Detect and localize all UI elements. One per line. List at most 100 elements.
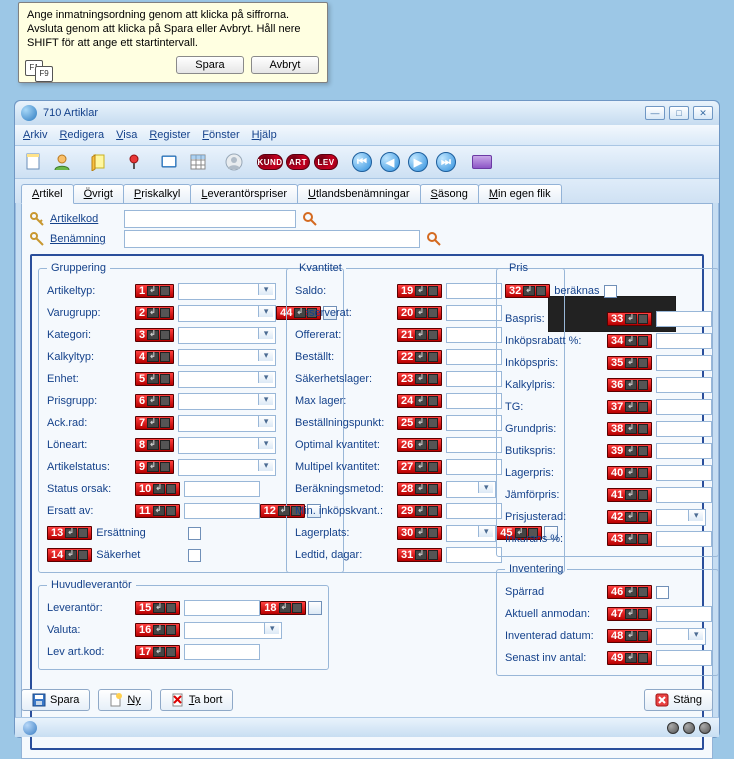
tab-utlandsbenämningar[interactable]: Utlandsbenämningar [297,184,421,204]
field-TG:[interactable] [656,399,712,415]
order-badge[interactable]: 19 [397,284,442,298]
order-badge[interactable]: 24 [397,394,442,408]
order-badge[interactable]: 8 [135,438,174,452]
order-badge[interactable]: 41 [607,488,652,502]
field-Min. inköpskvant.:[interactable] [446,503,502,519]
order-badge[interactable]: 26 [397,438,442,452]
field-Säkerhetslager:[interactable] [446,371,502,387]
order-badge[interactable]: 7 [135,416,174,430]
order-badge[interactable]: 15 [135,601,180,615]
check-Spärrad[interactable] [656,586,669,599]
toolbar-book-icon[interactable] [157,149,183,175]
field-Prisgrupp:[interactable] [178,393,276,410]
search-icon[interactable] [426,231,442,247]
field-Löneart:[interactable] [178,437,276,454]
field-Ledtid, dagar:[interactable] [446,547,502,563]
tab-leverantörspriser[interactable]: Leverantörspriser [190,184,298,204]
field-Saldo:[interactable] [446,283,502,299]
delete-button[interactable]: Ta bort [160,689,234,711]
order-badge[interactable]: 2 [135,306,174,320]
field-Lagerplats:[interactable] [446,525,496,542]
maximize-button[interactable]: □ [669,106,689,120]
field-Inkurans %:[interactable] [656,531,712,547]
order-badge[interactable]: 14 [47,548,92,562]
check-Ersättning[interactable] [188,527,201,540]
field-Status orsak:[interactable] [184,481,260,497]
menu-arkiv[interactable]: Arkiv [23,129,47,141]
order-badge[interactable]: 23 [397,372,442,386]
field-Jämförpris:[interactable] [656,487,712,503]
field-Leverantör:[interactable] [184,600,260,616]
order-badge[interactable]: 10 [135,482,180,496]
toolbar-user-icon[interactable] [49,149,75,175]
order-badge[interactable]: 46 [607,585,652,599]
momsberaknas-checkbox[interactable] [604,285,617,298]
toolbar-pin-icon[interactable] [121,149,147,175]
field-Inköpsrabatt %:[interactable] [656,333,712,349]
order-badge[interactable]: 3 [135,328,174,342]
order-badge[interactable]: 22 [397,350,442,364]
menu-redigera[interactable]: Redigera [59,129,104,141]
order-badge[interactable]: 42 [607,510,652,524]
field-Artikelstatus:[interactable] [178,459,276,476]
toolbar-pill-lev[interactable]: LEV [313,149,339,175]
field-Grundpris:[interactable] [656,421,712,437]
order-badge[interactable]: 16 [135,623,180,637]
order-badge[interactable]: 36 [607,378,652,392]
toolbar-person-icon[interactable] [221,149,247,175]
order-badge[interactable]: 25 [397,416,442,430]
search-icon[interactable] [302,211,318,227]
menu-fonster[interactable]: Fönster [202,129,239,141]
field-Multipel kvantitet:[interactable] [446,459,502,475]
toolbar-pill-art[interactable]: ART [285,149,311,175]
field-Kalkyltyp:[interactable] [178,349,276,366]
tooltip-save-button[interactable]: Spara [176,56,244,74]
field-Max lager:[interactable] [446,393,502,409]
field-Reserverat:[interactable] [446,305,502,321]
order-badge[interactable]: 35 [607,356,652,370]
menu-register[interactable]: Register [149,129,190,141]
order-badge[interactable]: 37 [607,400,652,414]
toolbar-help-icon[interactable] [469,149,495,175]
tab-min egen flik[interactable]: Min egen flik [478,184,562,204]
field-Senast inv antal:[interactable] [656,650,712,666]
tab-säsong[interactable]: Säsong [420,184,479,204]
order-badge[interactable]: 48 [607,629,652,643]
toolbar-nav-next[interactable]: ▶ [405,149,431,175]
order-badge[interactable]: 43 [607,532,652,546]
field-Beställt:[interactable] [446,349,502,365]
tooltip-cancel-button[interactable]: Avbryt [251,56,319,74]
order-badge[interactable]: 40 [607,466,652,480]
order-badge[interactable]: 34 [607,334,652,348]
check-Säkerhet[interactable] [188,549,201,562]
field-Optimal kvantitet:[interactable] [446,437,502,453]
artikelkod-label[interactable]: Artikelkod [50,213,118,225]
order-badge[interactable]: 38 [607,422,652,436]
menu-visa[interactable]: Visa [116,129,137,141]
field-Offererat:[interactable] [446,327,502,343]
field-Inventerad datum:[interactable] [656,628,706,645]
field-Kalkylpris:[interactable] [656,377,712,393]
field-Enhet:[interactable] [178,371,276,388]
order-badge[interactable]: 31 [397,548,442,562]
order-badge[interactable]: 4 [135,350,174,364]
order-badge[interactable]: 20 [397,306,442,320]
order-badge[interactable]: 9 [135,460,174,474]
order-badge[interactable]: 32 [505,284,550,298]
field-Inköpspris:[interactable] [656,355,712,371]
field-Ersatt av:[interactable] [184,503,260,519]
minimize-button[interactable]: — [645,106,665,120]
field-Valuta:[interactable] [184,622,282,639]
field-Prisjusterad:[interactable] [656,509,706,526]
order-badge[interactable]: 28 [397,482,442,496]
field-Aktuell anmodan:[interactable] [656,606,712,622]
tab-artikel[interactable]: Artikel [21,184,74,204]
field-Butikspris:[interactable] [656,443,712,459]
toolbar-pill-kund[interactable]: KUND [257,149,283,175]
order-badge[interactable]: 47 [607,607,652,621]
order-badge[interactable]: 11 [135,504,180,518]
order-badge[interactable]: 27 [397,460,442,474]
field-Kategori:[interactable] [178,327,276,344]
titlebar[interactable]: 710 Artiklar — □ ✕ [15,101,719,125]
field-Beställningspunkt:[interactable] [446,415,502,431]
